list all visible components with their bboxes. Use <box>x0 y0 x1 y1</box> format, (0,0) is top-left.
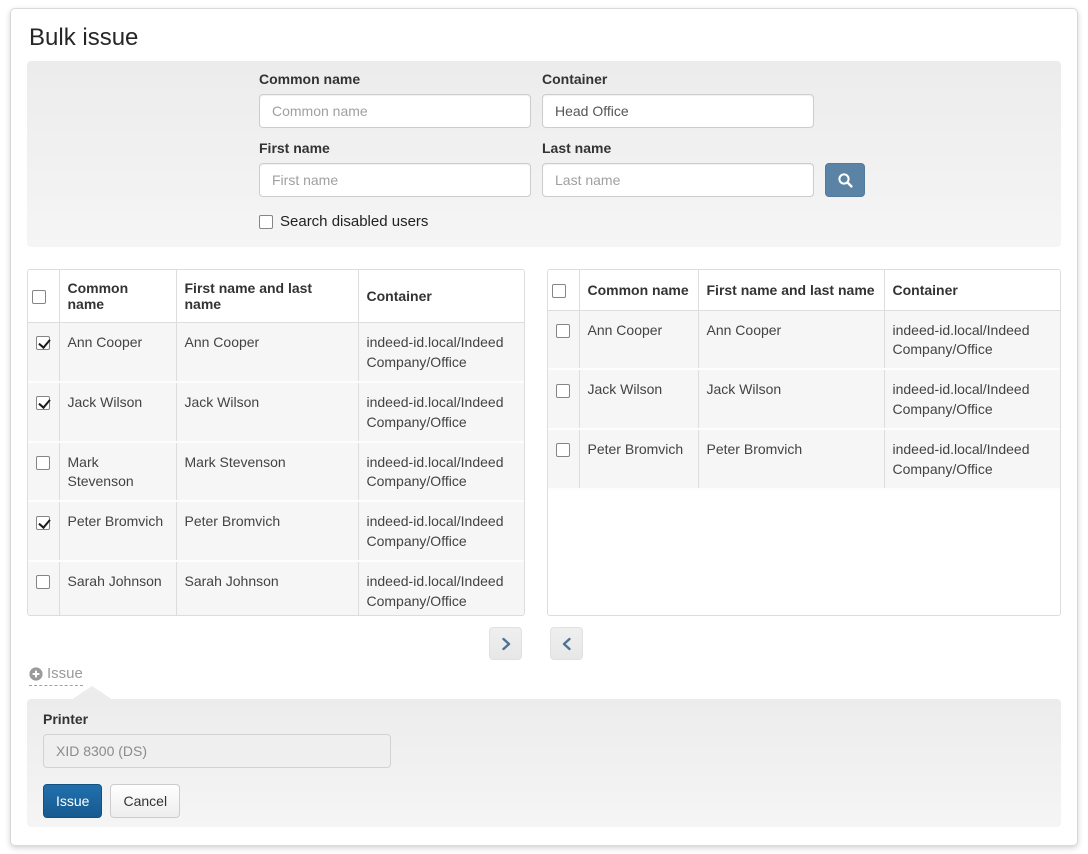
column-header-container: Container <box>884 270 1060 310</box>
search-button[interactable] <box>825 163 865 197</box>
issue-button[interactable]: Issue <box>43 784 102 818</box>
table-row[interactable]: Ann Cooper Ann Cooper indeed-id.local/In… <box>28 323 524 382</box>
search-form: Common name Container First name Last na… <box>259 71 1045 230</box>
container-field-group: Container <box>542 71 814 128</box>
cell-common-name: Jack Wilson <box>59 382 176 442</box>
table-row[interactable]: Peter Bromvich Peter Bromvich indeed-id.… <box>28 501 524 561</box>
common-name-field-group: Common name <box>259 71 531 128</box>
row-checkbox[interactable] <box>36 516 50 530</box>
last-name-input[interactable] <box>542 163 814 197</box>
row-checkbox[interactable] <box>556 324 570 338</box>
selected-users-table: Common name First name and last name Con… <box>547 269 1061 616</box>
table-row[interactable]: Peter Bromvich Peter Bromvich indeed-id.… <box>548 429 1060 489</box>
plus-circle-icon <box>29 667 43 681</box>
issue-panel: Printer Issue Cancel <box>27 699 1061 827</box>
cell-full-name: Jack Wilson <box>698 369 884 429</box>
first-name-field-group: First name <box>259 140 531 197</box>
cell-common-name: Ann Cooper <box>579 310 698 369</box>
cell-full-name: Ann Cooper <box>698 310 884 369</box>
first-name-input[interactable] <box>259 163 531 197</box>
container-label: Container <box>542 71 814 87</box>
page-title: Bulk issue <box>29 23 1061 53</box>
cell-full-name: Jack Wilson <box>176 382 358 442</box>
row-checkbox[interactable] <box>36 456 50 470</box>
move-right-button[interactable] <box>489 627 522 660</box>
printer-label: Printer <box>43 711 1045 727</box>
cell-container: indeed-id.local/Indeed Company/Office <box>884 369 1060 429</box>
column-header-common-name: Common name <box>59 270 176 323</box>
row-checkbox[interactable] <box>36 575 50 589</box>
cell-common-name: Peter Bromvich <box>579 429 698 489</box>
common-name-input[interactable] <box>259 94 531 128</box>
row-checkbox[interactable] <box>556 443 570 457</box>
table-header-row: Common name First name and last name Con… <box>548 270 1060 310</box>
table-row[interactable]: Ann Cooper Ann Cooper indeed-id.local/In… <box>548 310 1060 369</box>
container-input[interactable] <box>542 94 814 128</box>
cell-common-name: Sarah Johnson <box>59 561 176 616</box>
cell-common-name: Jack Wilson <box>579 369 698 429</box>
column-header-full-name: First name and last name <box>698 270 884 310</box>
chevron-left-icon <box>559 636 575 652</box>
column-header-common-name: Common name <box>579 270 698 310</box>
table-row[interactable]: Jack Wilson Jack Wilson indeed-id.local/… <box>548 369 1060 429</box>
table-header-row: Common name First name and last name Con… <box>28 270 524 323</box>
table-row[interactable]: Mark Stevenson Mark Stevenson indeed-id.… <box>28 442 524 502</box>
cell-container: indeed-id.local/Indeed Company/Office <box>358 382 524 442</box>
select-all-checkbox[interactable] <box>552 284 566 298</box>
search-disabled-users-checkbox[interactable] <box>259 215 273 229</box>
cell-full-name: Ann Cooper <box>176 323 358 382</box>
table-row[interactable]: Jack Wilson Jack Wilson indeed-id.local/… <box>28 382 524 442</box>
transfer-controls <box>19 627 1053 660</box>
row-checkbox[interactable] <box>36 336 50 350</box>
cell-container: indeed-id.local/Indeed Company/Office <box>358 561 524 616</box>
bulk-issue-page: Bulk issue Common name Container First n… <box>10 8 1078 846</box>
last-name-field-group: Last name <box>542 140 814 197</box>
cell-full-name: Sarah Johnson <box>176 561 358 616</box>
column-header-container: Container <box>358 270 524 323</box>
issue-toggle-link[interactable]: Issue <box>29 665 83 686</box>
source-users-table: Common name First name and last name Con… <box>27 269 525 616</box>
search-disabled-users-label: Search disabled users <box>280 213 428 230</box>
row-checkbox[interactable] <box>36 396 50 410</box>
column-header-full-name: First name and last name <box>176 270 358 323</box>
cell-container: indeed-id.local/Indeed Company/Office <box>358 501 524 561</box>
printer-select[interactable] <box>43 734 391 768</box>
table-row[interactable]: Sarah Johnson Sarah Johnson indeed-id.lo… <box>28 561 524 616</box>
select-all-checkbox[interactable] <box>32 290 46 304</box>
magnifier-icon <box>837 172 854 189</box>
last-name-label: Last name <box>542 140 814 156</box>
cell-full-name: Peter Bromvich <box>176 501 358 561</box>
common-name-label: Common name <box>259 71 531 87</box>
cell-full-name: Mark Stevenson <box>176 442 358 502</box>
transfer-tables: Common name First name and last name Con… <box>27 269 1061 616</box>
cell-container: indeed-id.local/Indeed Company/Office <box>884 429 1060 489</box>
cell-container: indeed-id.local/Indeed Company/Office <box>358 323 524 382</box>
cell-common-name: Peter Bromvich <box>59 501 176 561</box>
cell-container: indeed-id.local/Indeed Company/Office <box>358 442 524 502</box>
search-panel: Common name Container First name Last na… <box>27 61 1061 247</box>
chevron-right-icon <box>498 636 514 652</box>
issue-panel-pointer <box>71 686 113 700</box>
move-left-button[interactable] <box>550 627 583 660</box>
issue-link-label: Issue <box>47 665 83 682</box>
first-name-label: First name <box>259 140 531 156</box>
cell-full-name: Peter Bromvich <box>698 429 884 489</box>
cell-common-name: Ann Cooper <box>59 323 176 382</box>
cell-common-name: Mark Stevenson <box>59 442 176 502</box>
cell-container: indeed-id.local/Indeed Company/Office <box>884 310 1060 369</box>
row-checkbox[interactable] <box>556 384 570 398</box>
cancel-button[interactable]: Cancel <box>110 784 180 818</box>
